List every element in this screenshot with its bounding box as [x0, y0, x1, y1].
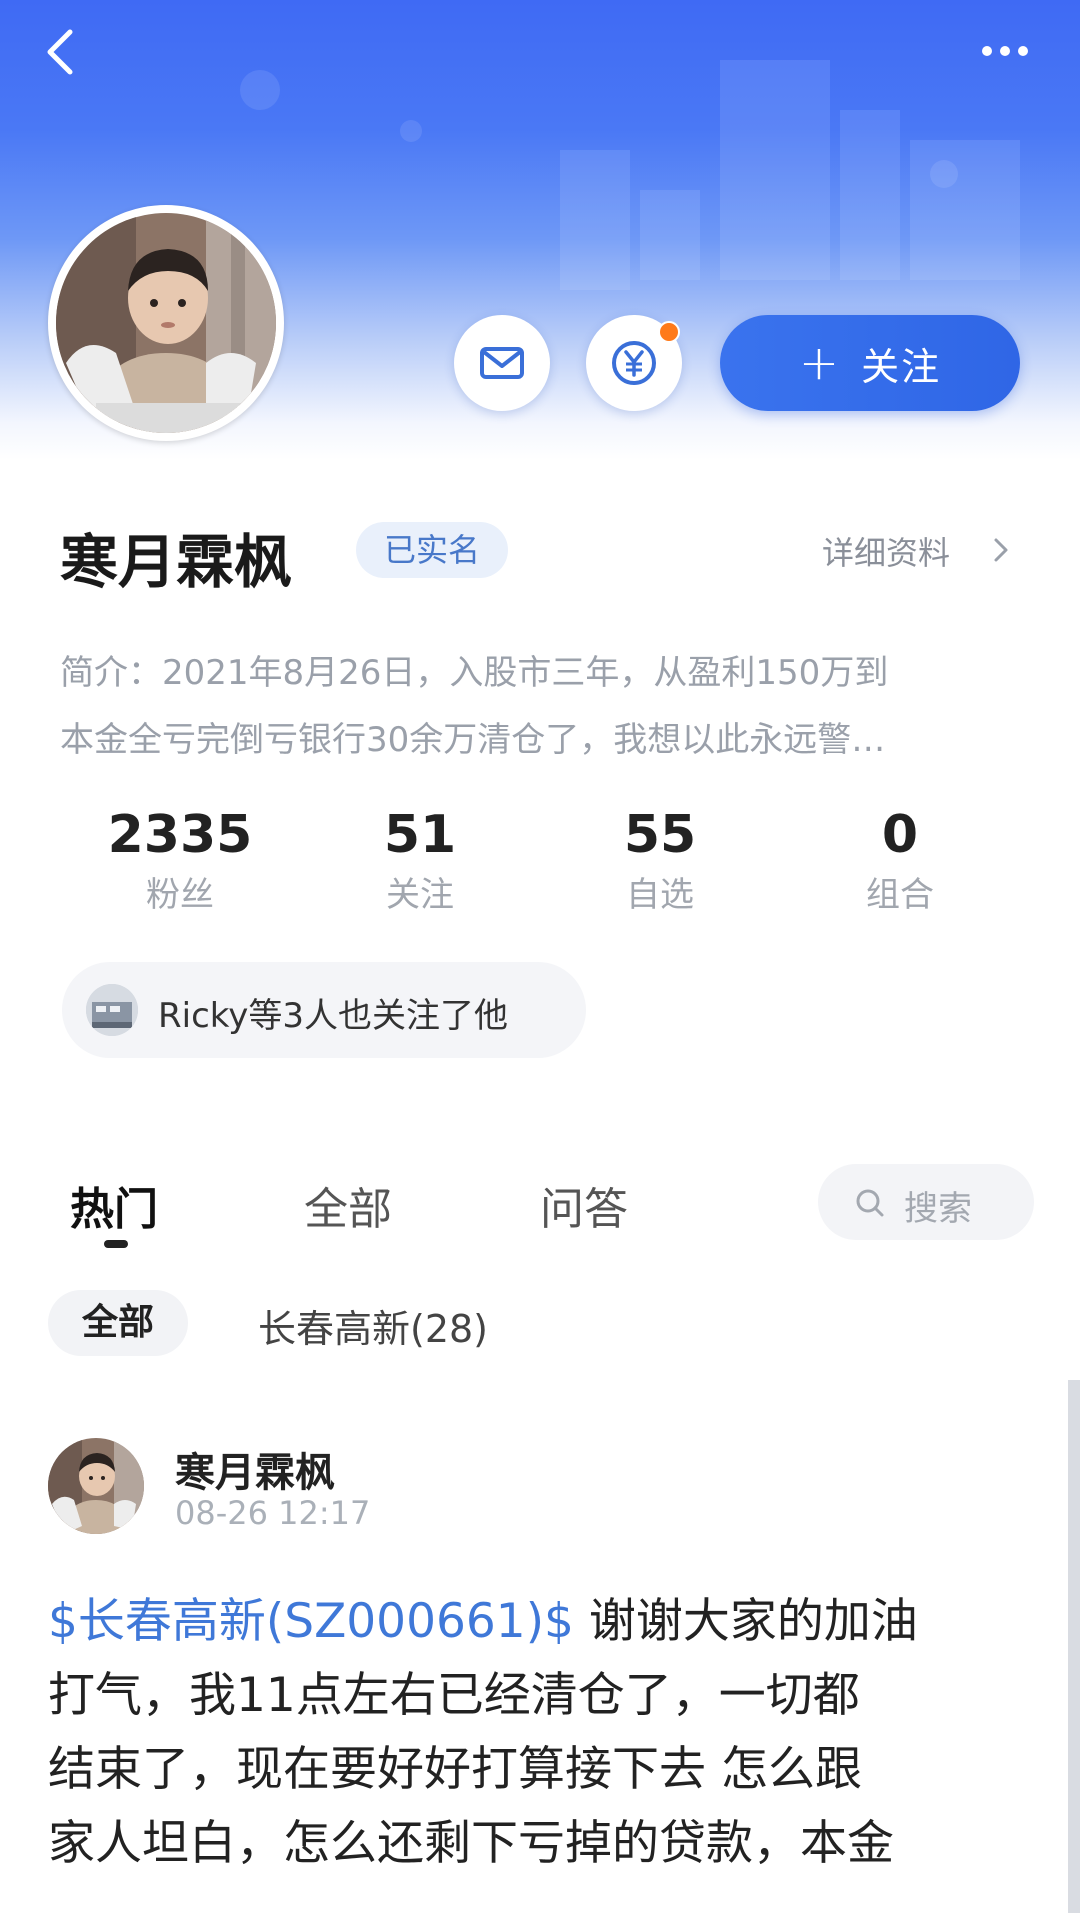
bio-line: 本金全亏完倒亏银行30余万清仓了，我想以此永远警…	[60, 720, 886, 760]
stat-label: 粉丝	[146, 875, 214, 915]
post-line: 结束了，现在要好好打算接下去 怎么跟	[48, 1742, 862, 1797]
mutual-follower-avatar	[86, 984, 138, 1036]
stat-value: 51	[383, 805, 457, 865]
search-placeholder: 搜索	[904, 1189, 972, 1229]
post-line: 打气，我11点左右已经清仓了，一切都	[48, 1668, 860, 1723]
chevron-right-icon[interactable]	[990, 535, 1012, 565]
more-options-button[interactable]	[972, 26, 1052, 76]
message-button[interactable]	[454, 315, 550, 411]
verified-badge: 已实名	[356, 522, 509, 578]
profile-avatar[interactable]	[48, 205, 284, 441]
mutual-followers-text: Ricky等3人也关注了他	[158, 996, 508, 1036]
stat-value: 0	[881, 805, 919, 865]
mutual-followers-pill[interactable]: Ricky等3人也关注了他	[62, 962, 586, 1058]
post-author-avatar[interactable]	[48, 1438, 144, 1534]
post-body[interactable]: $长春高新(SZ000661)$ 谢谢大家的加油 打气，我11点左右已经清仓了，…	[48, 1585, 1038, 1881]
back-arrow-icon	[47, 29, 73, 75]
mail-icon	[480, 347, 524, 379]
child-photo-avatar	[56, 213, 276, 433]
notification-dot	[658, 321, 680, 343]
post-line: 家人坦白，怎么还剩下亏掉的贷款，本金	[48, 1816, 894, 1871]
filter-all[interactable]: 全部	[48, 1290, 188, 1356]
search-input[interactable]: 搜索	[818, 1164, 1034, 1240]
stat-label: 关注	[386, 875, 454, 915]
reward-button[interactable]	[586, 315, 682, 411]
post-author-name[interactable]: 寒月霖枫	[175, 1440, 335, 1498]
follow-label: 关注	[861, 344, 942, 389]
more-dots-icon	[982, 46, 1028, 56]
post-line: $长春高新(SZ000661)$ 谢谢大家的加油	[48, 1585, 1038, 1659]
profile-bio[interactable]: 简介：2021年8月26日，入股市三年，从盈利150万到 本金全亏完倒亏银行30…	[60, 640, 1020, 774]
stock-tag-link[interactable]: $长春高新(SZ000661)$	[48, 1594, 574, 1649]
profile-name: 寒月霖枫	[60, 528, 293, 596]
stat-watchlist[interactable]: 55 自选	[560, 800, 760, 920]
tab-all[interactable]: 全部	[304, 1173, 392, 1237]
stat-label: 组合	[866, 875, 934, 915]
scrollbar[interactable]	[1068, 1380, 1080, 1913]
search-icon	[856, 1189, 884, 1217]
stat-value: 2335	[107, 805, 253, 865]
yuan-coin-icon	[612, 341, 656, 385]
post-text: 谢谢大家的加油	[573, 1594, 918, 1649]
stat-value: 55	[623, 805, 697, 865]
bio-line: 简介：2021年8月26日，入股市三年，从盈利150万到	[60, 653, 889, 693]
follow-button[interactable]: + 关注	[720, 315, 1020, 411]
stat-portfolio[interactable]: 0 组合	[800, 800, 1000, 920]
back-button[interactable]	[34, 22, 94, 82]
plus-icon: +	[798, 335, 840, 391]
active-tab-indicator	[104, 1240, 128, 1248]
post-timestamp: 08-26 12:17	[175, 1494, 371, 1532]
stat-following[interactable]: 51 关注	[320, 800, 520, 920]
stat-label: 自选	[626, 875, 694, 915]
filter-stock[interactable]: 长春高新(28)	[258, 1298, 488, 1353]
detail-profile-link[interactable]: 详细资料	[822, 528, 950, 574]
tab-qa[interactable]: 问答	[540, 1173, 628, 1237]
tab-hot[interactable]: 热门	[70, 1173, 158, 1237]
stat-followers[interactable]: 2335 粉丝	[80, 800, 280, 920]
